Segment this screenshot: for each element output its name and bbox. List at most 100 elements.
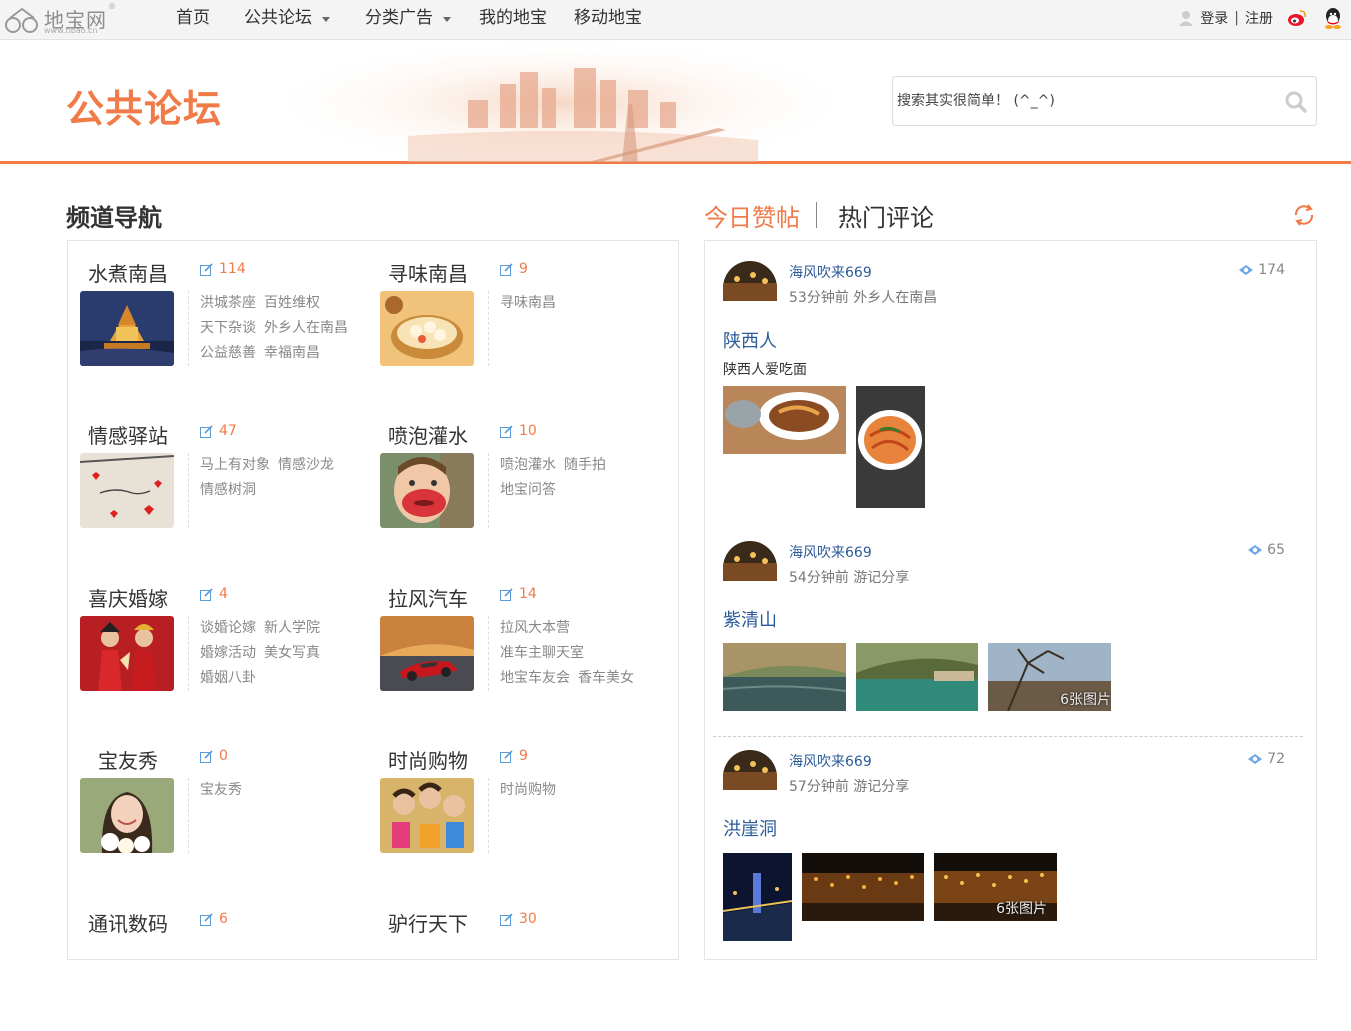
channel-thumbnail[interactable] [380,453,474,528]
channel-name[interactable]: 寻味南昌 [388,258,468,287]
post-title[interactable]: 陕西人 [723,327,777,353]
channel-thumbnail[interactable] [80,291,174,366]
nav-my-dibao[interactable]: 我的地宝 [479,0,547,36]
nav-mobile[interactable]: 移动地宝 [574,0,642,36]
sub-forum-link[interactable]: 宝友秀 [200,782,250,798]
sub-forum-link[interactable]: 寻味南昌 [500,295,564,311]
channel-name[interactable]: 拉风汽车 [388,583,468,612]
channel-list: 水煮南昌 114 洪城茶座 百姓维权 天下杂谈 外乡人在南昌 公益慈善 幸福南昌 寻味… [67,240,679,960]
sub-forum-link[interactable]: 随手拍 [564,457,614,473]
channel-name[interactable]: 喜庆婚嫁 [88,583,168,612]
divider [188,616,189,691]
chevron-down-icon [322,16,330,22]
auth-area: 登录 | 注册 [1178,0,1343,36]
post-category[interactable]: 游记分享 [853,779,909,795]
post-image[interactable] [723,853,792,941]
sub-forum-link[interactable]: 天下杂谈 [200,320,264,336]
register-link[interactable]: 注册 [1245,8,1273,28]
channel-name[interactable]: 水煮南昌 [88,258,168,287]
sub-forum-link[interactable]: 婚姻八卦 [200,670,264,686]
nav-classifieds[interactable]: 分类广告 [365,0,451,36]
avatar[interactable] [723,750,777,790]
sub-forum-link[interactable]: 百姓维权 [264,295,328,311]
post-image[interactable] [802,853,924,921]
post-count: 4 [200,586,228,602]
qq-icon[interactable] [1323,7,1343,29]
post-item: 海风吹来669 57分钟前 游记分享 72 洪崖洞 6张图片 [723,750,1303,950]
channel-thumbnail[interactable] [380,291,474,366]
channel-thumbnail[interactable] [80,616,174,691]
channel-thumbnail[interactable] [380,778,474,853]
channel-thumbnail[interactable] [80,453,174,528]
search-input[interactable] [897,77,1277,125]
post-category[interactable]: 外乡人在南昌 [853,290,937,306]
sub-forum-link[interactable]: 时尚购物 [500,782,564,798]
channel-name[interactable]: 情感驿站 [88,420,168,449]
sub-forum-link[interactable]: 香车美女 [578,670,642,686]
post-image[interactable] [723,643,846,711]
sub-forum-link[interactable]: 地宝问答 [500,482,564,498]
sub-forum-link[interactable]: 洪城茶座 [200,295,264,311]
post-author[interactable]: 海风吹来669 [789,542,872,562]
post-count: 0 [200,748,228,764]
sub-forum-link[interactable]: 婚嫁活动 [200,645,264,661]
view-count: 72 [1247,751,1285,767]
post-title[interactable]: 紫清山 [723,606,777,632]
nav-home[interactable]: 首页 [176,0,210,36]
nav-forum[interactable]: 公共论坛 [244,0,330,36]
sub-forum-link[interactable]: 外乡人在南昌 [264,320,356,336]
tab-hot-comments[interactable]: 热门评论 [838,198,934,233]
avatar[interactable] [723,261,777,301]
post-image[interactable] [856,386,925,508]
divider [188,453,189,528]
sub-forum-link[interactable]: 谈婚论嫁 [200,620,264,636]
post-image[interactable] [723,386,846,454]
tab-today-liked[interactable]: 今日赞帖 [704,198,800,233]
post-count: 47 [200,423,237,439]
sub-forum-link[interactable]: 马上有对象 [200,457,278,473]
channel-name[interactable]: 喷泡灌水 [388,420,468,449]
edit-icon [200,424,213,438]
sub-forum-links: 喷泡灌水 随手拍 地宝问答 [500,453,660,503]
channel-card: 通讯数码 6 [68,891,358,1031]
avatar[interactable] [723,541,777,581]
sub-forum-link[interactable]: 新人学院 [264,620,328,636]
site-logo[interactable]: 地宝网 www.tibao.cn ® [4,2,116,36]
channel-name[interactable]: 宝友秀 [98,745,158,774]
sub-forum-link[interactable]: 幸福南昌 [264,345,328,361]
edit-icon [200,587,213,601]
logo-url: www.tibao.cn [44,26,98,35]
channel-thumbnail[interactable] [80,778,174,853]
sub-forum-link[interactable]: 喷泡灌水 [500,457,564,473]
refresh-icon[interactable] [1291,202,1317,228]
channel-nav-title: 频道导航 [66,204,162,232]
edit-icon [200,912,213,926]
sub-forum-link[interactable]: 准车主聊天室 [500,645,592,661]
post-count: 30 [500,911,537,927]
post-category[interactable]: 游记分享 [853,570,909,586]
post-image[interactable] [856,643,978,711]
search-icon[interactable] [1284,90,1308,114]
post-title[interactable]: 洪崖洞 [723,815,777,841]
hot-post-feed: 海风吹来669 53分钟前 外乡人在南昌 174 陕西人 陕西人爱吃面 海风吹来… [704,240,1317,960]
post-author[interactable]: 海风吹来669 [789,751,872,771]
sub-forum-link[interactable]: 美女写真 [264,645,328,661]
post-count: 9 [500,748,528,764]
page-header: 公共论坛 [0,40,1351,164]
user-icon [1179,11,1194,26]
channel-card: 时尚购物 9 时尚购物 [368,728,658,868]
channel-thumbnail[interactable] [380,616,474,691]
channel-name[interactable]: 时尚购物 [388,745,468,774]
weibo-icon[interactable] [1287,8,1307,28]
sub-forum-link[interactable]: 地宝车友会 [500,670,578,686]
sub-forum-link[interactable]: 情感沙龙 [278,457,342,473]
channel-card: 驴行天下 30 [368,891,658,1031]
post-author[interactable]: 海风吹来669 [789,262,872,282]
edit-icon [500,262,513,276]
sub-forum-link[interactable]: 公益慈善 [200,345,264,361]
login-link[interactable]: 登录 [1200,8,1228,28]
channel-name[interactable]: 驴行天下 [388,908,468,937]
sub-forum-link[interactable]: 情感树洞 [200,482,264,498]
channel-name[interactable]: 通讯数码 [88,908,168,937]
sub-forum-link[interactable]: 拉风大本营 [500,620,578,636]
